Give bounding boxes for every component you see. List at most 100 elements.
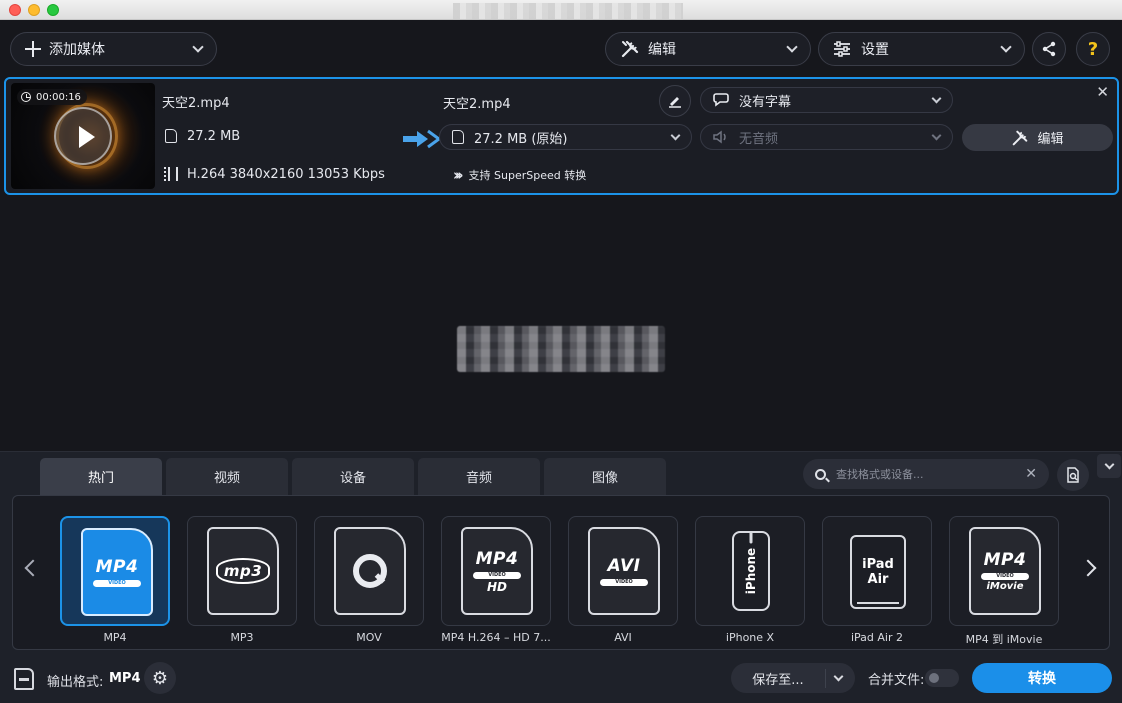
phone-notch [749,531,753,544]
clear-search-icon[interactable]: ✕ [1025,466,1037,482]
watermark-logo-redacted [457,326,665,372]
superspeed-text: 支持 SuperSpeed 转换 [468,169,587,182]
detect-format-button[interactable] [1057,459,1089,491]
format-tile-mp4-imovie[interactable]: MP4 VIDEO iMovie [949,516,1059,626]
rename-button[interactable] [659,85,691,117]
share-button[interactable] [1032,32,1066,66]
window-title-redacted [453,3,683,19]
tile-icon-subtext: Air [867,572,889,587]
avi-video-icon: AVI VIDEO [588,527,660,615]
edit-file-button[interactable]: 编辑 [962,124,1113,151]
iphone-icon: iPhone [732,531,770,611]
format-tile-iphone-x[interactable]: iPhone [695,516,805,626]
format-search[interactable]: 查找格式或设备... ✕ [803,459,1049,489]
merge-files-toggle[interactable] [925,669,959,687]
collapse-panel-button[interactable] [1097,454,1121,478]
tile-icon-band: VIDEO [981,573,1029,580]
output-size-text: 27.2 MB (原始) [474,131,568,147]
chevron-down-icon [1104,459,1114,469]
source-codec: H.264 3840x2160 13053 Kbps [187,167,385,182]
duration-text: 00:00:16 [36,91,81,103]
quicktime-icon [334,527,406,615]
convert-button[interactable]: 转换 [972,663,1112,693]
sliders-icon [834,41,850,57]
save-to-dropdown[interactable]: 保存至... [731,663,855,693]
tab-video[interactable]: 视频 [166,458,288,495]
output-settings-button[interactable]: ⚙ [144,662,176,694]
tile-icon-text: MP4 [95,557,139,577]
chevron-down-icon[interactable] [833,671,844,681]
source-filename: 天空2.mp4 [162,96,230,111]
remove-file-icon[interactable]: ✕ [1096,83,1109,101]
format-tile-avi[interactable]: AVI VIDEO [568,516,678,626]
add-media-label: 添加媒体 [49,42,105,58]
audio-text: 无音频 [739,131,779,147]
subtitles-text: 没有字幕 [739,94,792,110]
format-tile-mp4[interactable]: MP4 VIDEO [60,516,170,626]
video-thumbnail[interactable]: 00:00:16 [11,83,155,189]
close-window-button[interactable] [9,4,21,16]
share-icon [1042,41,1056,57]
file-icon [165,129,177,143]
format-tile-mp4-hd[interactable]: MP4 VIDEO HD [441,516,551,626]
help-icon: ? [1087,38,1099,60]
format-label: MP4 [103,631,127,644]
output-size-dropdown[interactable]: 27.2 MB (原始) [439,124,692,150]
pencil-icon [669,97,681,108]
edit-dropdown[interactable]: 编辑 [605,32,811,66]
play-icon [79,126,95,148]
output-format-value: MP4 [109,671,141,686]
tools-icon [621,40,639,58]
tab-images[interactable]: 图像 [544,458,666,495]
gear-icon: ⚙ [151,667,169,689]
tile-icon-text: MP4 [475,548,519,569]
chevron-down-icon [670,130,681,141]
tile-icon-text: iPhone [744,547,759,595]
file-item[interactable]: 00:00:16 天空2.mp4 27.2 MB H.264 3840x2160… [4,77,1119,195]
tab-popular[interactable]: 热门 [40,458,162,495]
carousel-prev-icon[interactable] [24,559,42,577]
format-tile-ipad-air-2[interactable]: iPad Air [822,516,932,626]
format-label: iPad Air 2 [850,631,903,644]
settings-dropdown[interactable]: 设置 [818,32,1025,66]
edit-file-label: 编辑 [1037,132,1064,147]
minimize-window-button[interactable] [28,4,40,16]
chevron-down-icon [931,93,942,104]
format-tile-mov[interactable] [314,516,424,626]
zoom-window-button[interactable] [47,4,59,16]
plus-icon [25,41,41,57]
search-icon [815,468,826,480]
format-label: MP4 H.264 – HD 7... [441,631,551,644]
chevron-down-icon [1000,41,1012,53]
mp4-video-icon: MP4 VIDEO [81,528,153,616]
format-panel: 热门 视频 设备 音频 图像 查找格式或设备... ✕ MP4 VIDEO MP… [0,451,1122,703]
file-search-icon [1067,467,1079,483]
add-media-button[interactable]: 添加媒体 [10,32,217,66]
play-button[interactable] [54,107,112,165]
help-button[interactable]: ? [1076,32,1110,66]
clock-icon [21,92,31,102]
fast-forward-icon: ››› [453,166,463,184]
convert-arrow-icon [403,129,441,149]
format-tile-mp3[interactable]: mp3 [187,516,297,626]
output-filename[interactable]: 天空2.mp4 [443,93,511,112]
save-to-label: 保存至... [731,668,826,688]
tools-icon [1013,130,1028,145]
subtitles-dropdown[interactable]: 没有字幕 [700,87,953,113]
speech-bubble-icon [713,93,729,107]
merge-files-label: 合并文件: [868,673,925,688]
source-filesize: 27.2 MB [187,129,241,144]
mp4-hd-icon: MP4 VIDEO HD [461,527,533,615]
output-format-icon [14,668,34,690]
tab-audio[interactable]: 音频 [418,458,540,495]
tile-icon-text: MP4 [983,550,1027,570]
tile-icon-band: VIDEO [473,571,521,579]
speaker-icon [713,130,726,144]
tab-devices[interactable]: 设备 [292,458,414,495]
window-titlebar [0,0,1122,20]
audio-dropdown[interactable]: 无音频 [700,124,953,150]
tile-icon-band: VIDEO [93,580,141,587]
carousel-next-icon[interactable] [1079,559,1097,577]
chevron-down-icon [786,41,798,53]
format-label: iPhone X [725,631,775,644]
